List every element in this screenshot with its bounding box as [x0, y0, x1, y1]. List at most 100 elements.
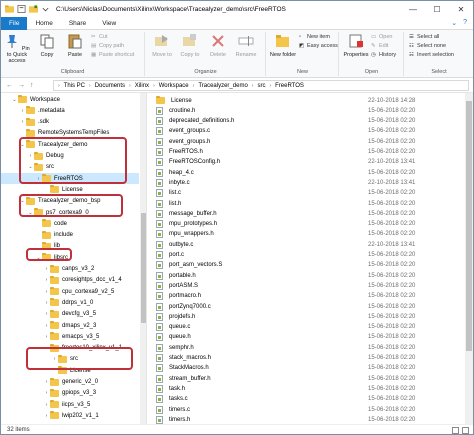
close-button[interactable]: ✕	[449, 1, 473, 17]
tab-file[interactable]: File	[1, 16, 28, 30]
nav-scrollbar[interactable]	[140, 93, 146, 424]
paste-button[interactable]: Paste	[61, 33, 89, 58]
nav-tree-item[interactable]: ⌄ Workspace	[1, 94, 60, 105]
new-folder-icon[interactable]	[29, 5, 38, 13]
breadcrumb-separator[interactable]: ›	[58, 83, 60, 89]
select-none-button[interactable]: ☷ Select none	[409, 43, 446, 49]
invert-selection-button[interactable]: ☵ Invert selection	[409, 52, 454, 58]
file-date-modified: 15-06-2018 02:20	[368, 231, 416, 238]
chevron-right-icon[interactable]: ›	[43, 289, 50, 295]
forward-button[interactable]: →	[18, 82, 25, 89]
back-button[interactable]: ←	[6, 82, 13, 89]
select-all-button[interactable]: ☰ Select all	[409, 34, 439, 40]
chevron-right-icon[interactable]: ›	[19, 119, 26, 125]
paste-icon	[68, 34, 82, 49]
chevron-right-icon[interactable]: ›	[43, 311, 50, 317]
chevron-right-icon[interactable]: ›	[43, 413, 50, 419]
breadcrumb-separator[interactable]: ›	[252, 83, 254, 89]
maximize-button[interactable]: ☐	[425, 1, 449, 17]
breadcrumb-separator[interactable]: ›	[193, 83, 195, 89]
properties-icon[interactable]	[17, 5, 26, 13]
nav-tree-item[interactable]: › .metadata	[1, 105, 65, 116]
file-row[interactable]: timers.h 15-06-2018 02:20	[156, 414, 456, 424]
cut-button[interactable]: ✂ Cut	[91, 34, 108, 40]
minimize-button[interactable]: —	[401, 1, 425, 17]
breadcrumb[interactable]: › This PC › Documents › Xilinx › Workspace › Trac…	[53, 80, 469, 91]
delete-button[interactable]: Delete	[204, 33, 232, 58]
breadcrumb-item[interactable]: Documents	[95, 83, 125, 89]
chevron-right-icon[interactable]: ›	[43, 266, 50, 272]
nav-tree-item[interactable]: › canps_v3_2	[1, 264, 94, 275]
breadcrumb-separator[interactable]: ›	[129, 83, 131, 89]
breadcrumb-separator[interactable]: ›	[89, 83, 91, 89]
tab-home[interactable]: Home	[27, 17, 60, 30]
details-view-icon[interactable]	[452, 426, 459, 434]
new-item-button[interactable]: ▫ New item	[299, 34, 330, 40]
file-name-cell: list.h	[156, 199, 368, 208]
file-name-cell: StackMacros.h	[156, 364, 368, 373]
chevron-right-icon[interactable]: ›	[43, 390, 50, 396]
help-button[interactable]: ?	[463, 19, 467, 27]
history-button[interactable]: ◷ History	[371, 52, 396, 58]
nav-tree-item[interactable]: › iicps_v3_5	[1, 399, 90, 410]
breadcrumb-item[interactable]: src	[257, 83, 265, 89]
copy-path-button[interactable]: ▤ Copy path	[91, 43, 124, 49]
source-file-icon	[156, 302, 163, 311]
paste-shortcut-button[interactable]: ▦ Paste shortcut	[91, 52, 134, 58]
file-list-scrollbar-thumb[interactable]	[466, 101, 472, 351]
copy-button[interactable]: Copy	[33, 33, 61, 58]
chevron-down-icon[interactable]: ⌄	[11, 97, 18, 103]
chevron-right-icon[interactable]: ›	[43, 379, 50, 385]
customize-toolbar-icon[interactable]	[41, 5, 50, 13]
up-button[interactable]: ↑	[30, 82, 34, 89]
nav-tree-item[interactable]: include	[1, 230, 73, 241]
chevron-right-icon[interactable]: ›	[43, 277, 50, 283]
new-folder-button[interactable]: New folder	[269, 33, 297, 58]
file-name: deprecated_definitions.h	[169, 118, 235, 125]
chevron-right-icon[interactable]: ›	[43, 334, 50, 340]
chevron-right-icon[interactable]: ›	[19, 108, 26, 114]
nav-tree-item[interactable]: › coresightps_dcc_v1_4	[1, 275, 122, 286]
nav-tree-item[interactable]: › gpiops_v3_3	[1, 388, 96, 399]
tab-view[interactable]: View	[94, 17, 124, 30]
cut-label: Cut	[99, 34, 108, 40]
easy-access-button[interactable]: ◩ Easy access	[299, 43, 338, 49]
large-icons-view-icon[interactable]	[462, 426, 469, 434]
nav-tree-item[interactable]: › cpu_cortexa9_v2_5	[1, 286, 114, 297]
pin-quick-access-button[interactable]: Pin to Quick access	[3, 33, 31, 64]
breadcrumb-item[interactable]: Xilinx	[135, 83, 149, 89]
easy-access-label: Easy access	[307, 43, 338, 49]
file-name-cell: timers.h	[156, 415, 368, 424]
nav-scrollbar-thumb[interactable]	[141, 213, 146, 323]
select-none-label: Select none	[417, 43, 447, 49]
nav-tree-item[interactable]: › .sdk	[1, 117, 49, 128]
nav-tree-item[interactable]: › devcfg_v3_5	[1, 309, 96, 320]
breadcrumb-item[interactable]: This PC	[64, 83, 85, 89]
breadcrumb-item[interactable]: FreeRTOS	[275, 83, 304, 89]
breadcrumb-item[interactable]: Workspace	[159, 83, 189, 89]
nav-tree-item[interactable]: › emacps_v3_5	[1, 331, 99, 342]
tab-share[interactable]: Share	[61, 17, 94, 30]
breadcrumb-separator[interactable]: ›	[153, 83, 155, 89]
move-to-button[interactable]: Move to	[148, 33, 176, 58]
rename-button[interactable]: Rename	[232, 33, 260, 58]
delete-icon	[212, 35, 224, 47]
breadcrumb-item[interactable]: Tracealyzer_demo	[198, 83, 247, 89]
expand-ribbon-button[interactable]: ⌄	[451, 19, 457, 27]
copy-to-button[interactable]: Copy to	[176, 33, 204, 58]
chevron-right-icon[interactable]: ›	[43, 300, 50, 306]
nav-tree-item[interactable]: › ddrps_v1_0	[1, 297, 93, 308]
file-list-scrollbar[interactable]	[465, 93, 473, 424]
chevron-right-icon[interactable]: ›	[43, 402, 50, 408]
new-group-label: New	[296, 69, 308, 75]
nav-tree-item[interactable]: code	[1, 218, 67, 229]
nav-tree-item[interactable]: › generic_v2_0	[1, 377, 98, 388]
nav-tree-item[interactable]: › dmaps_v2_3	[1, 320, 96, 331]
breadcrumb-separator[interactable]: ›	[269, 83, 271, 89]
open-button[interactable]: ▭ Open	[371, 34, 392, 40]
edit-button[interactable]: ✎ Edit	[371, 43, 388, 49]
file-name: queue.c	[169, 324, 191, 331]
chevron-right-icon[interactable]: ›	[43, 323, 50, 329]
properties-button[interactable]: Properties	[342, 33, 370, 58]
nav-tree-item[interactable]: › lwip202_v1_1	[1, 410, 99, 421]
